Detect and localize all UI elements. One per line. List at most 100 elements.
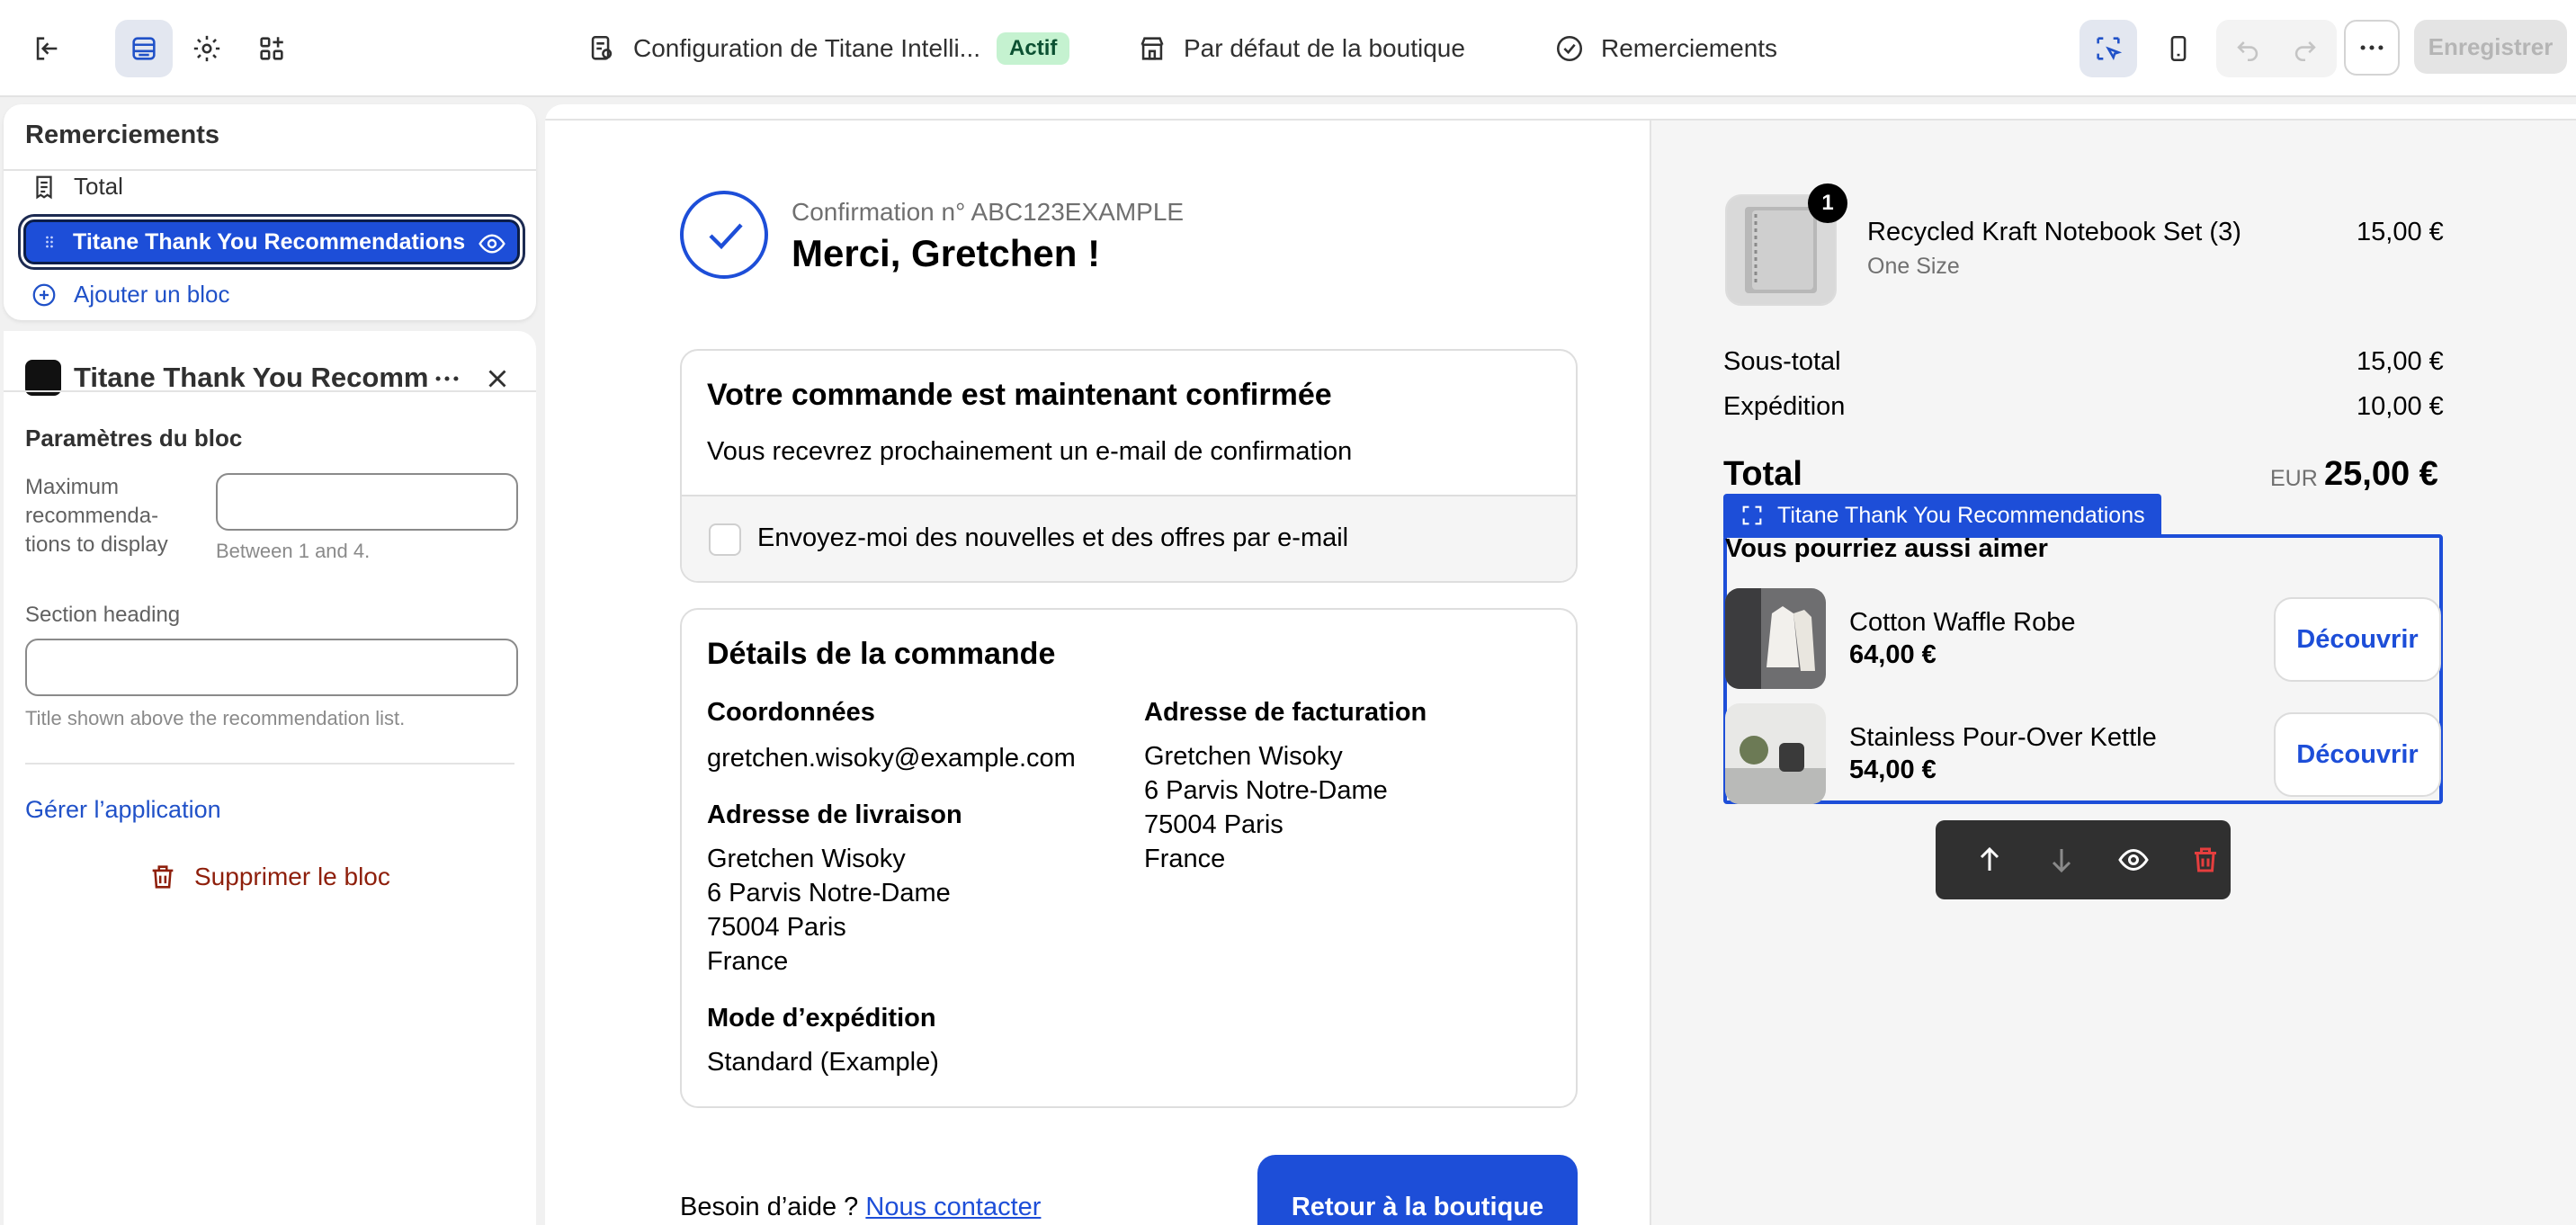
block-toolbar bbox=[1936, 820, 2231, 899]
close-icon[interactable] bbox=[482, 363, 513, 394]
add-block-button[interactable]: Ajouter un bloc bbox=[31, 281, 229, 308]
receipt-icon bbox=[36, 175, 52, 199]
product-name: Recycled Kraft Notebook Set (3) bbox=[1867, 218, 2241, 246]
more-icon[interactable] bbox=[2344, 20, 2400, 76]
section-title: Paramètres du bloc bbox=[25, 425, 243, 452]
redo-icon[interactable] bbox=[2290, 33, 2321, 64]
subtotal-label: Sous-total bbox=[1723, 347, 1841, 376]
gear-icon[interactable] bbox=[178, 20, 236, 77]
reco-product-price: 64,00 € bbox=[1849, 640, 1936, 669]
confirmation-check-icon bbox=[680, 191, 768, 279]
exit-icon[interactable] bbox=[18, 20, 76, 77]
help-text: Besoin d’aide ? Nous contacter bbox=[680, 1193, 1042, 1221]
block-title: Titane Thank You Recomm bbox=[74, 362, 429, 393]
breadcrumb-app-label: Configuration de Titane Intelli... bbox=[633, 34, 981, 62]
shipping-address: Gretchen Wisoky 6 Parvis Notre-Dame 7500… bbox=[707, 845, 951, 976]
undo-redo-group bbox=[2216, 20, 2337, 77]
shipping-method-label: Mode d’expédition bbox=[707, 1004, 936, 1033]
shipping-method-value: Standard (Example) bbox=[707, 1048, 939, 1077]
product-image-kettle bbox=[1725, 703, 1826, 804]
order-confirmed-card: Votre commande est maintenant confirmée … bbox=[680, 349, 1578, 583]
trash-icon[interactable] bbox=[2189, 844, 2222, 876]
section-tree-panel: Remerciements Total Titane Thank You Rec… bbox=[4, 104, 536, 320]
drag-handle-icon[interactable] bbox=[40, 229, 58, 255]
breadcrumb-store[interactable]: Par défaut de la boutique bbox=[1137, 27, 1465, 70]
product-image-robe bbox=[1725, 588, 1826, 689]
reco-product-name: Cotton Waffle Robe bbox=[1849, 608, 2076, 637]
order-details-card: Détails de la commande Coordonnées gretc… bbox=[680, 608, 1578, 1108]
shipping-address-label: Adresse de livraison bbox=[707, 800, 962, 829]
order-details-title: Détails de la commande bbox=[707, 637, 1056, 671]
billing-address-label: Adresse de facturation bbox=[1144, 698, 1427, 727]
total-currency: EUR bbox=[2270, 466, 2318, 491]
newsletter-row[interactable]: Envoyez-moi des nouvelles et des offres … bbox=[682, 495, 1576, 581]
section-heading-input[interactable] bbox=[25, 639, 518, 696]
total-label: Total bbox=[1723, 455, 1802, 493]
reco-product-price: 54,00 € bbox=[1849, 756, 1936, 784]
reco-product-name: Stainless Pour-Over Kettle bbox=[1849, 723, 2157, 752]
divider bbox=[25, 763, 514, 765]
check-circle-icon bbox=[1556, 35, 1583, 62]
product-price: 15,00 € bbox=[2357, 218, 2444, 246]
shipping-label: Expédition bbox=[1723, 392, 1846, 421]
order-confirmed-text: Vous recevrez prochainement un e-mail de… bbox=[707, 437, 1353, 466]
top-bar: Configuration de Titane Intelli... Actif… bbox=[0, 0, 2576, 97]
breadcrumb-app[interactable]: Configuration de Titane Intelli... Actif bbox=[586, 27, 1070, 70]
recommendations-heading: Vous pourriez aussi aimer bbox=[1725, 534, 2048, 563]
total-value: 25,00 € bbox=[2324, 455, 2438, 493]
panel-title: Remerciements bbox=[25, 121, 219, 149]
sidebar-item-recommendations[interactable]: Titane Thank You Recommendations bbox=[23, 219, 520, 264]
manage-app-link[interactable]: Gérer l’application bbox=[25, 795, 221, 824]
delete-block-label: Supprimer le bloc bbox=[194, 863, 390, 890]
save-button[interactable]: Enregistrer bbox=[2414, 20, 2567, 74]
breadcrumb-store-label: Par défaut de la boutique bbox=[1184, 34, 1465, 62]
sections-icon[interactable] bbox=[115, 20, 173, 77]
apps-icon[interactable] bbox=[243, 20, 300, 77]
max-recommendations-help: Between 1 and 4. bbox=[216, 540, 371, 562]
checkout-preview: Confirmation n° ABC123EXAMPLE Merci, Gre… bbox=[545, 104, 2576, 1225]
add-block-label: Ajouter un bloc bbox=[74, 281, 230, 308]
breadcrumb-page-label: Remerciements bbox=[1601, 34, 1778, 62]
arrow-up-icon[interactable] bbox=[1973, 844, 2006, 876]
section-heading-label: Section heading bbox=[25, 603, 181, 627]
block-header: Titane Thank You Recomm bbox=[25, 345, 518, 410]
quantity-badge: 1 bbox=[1808, 183, 1847, 223]
confirmation-number: Confirmation n° ABC123EXAMPLE bbox=[792, 198, 1185, 226]
breadcrumb-page[interactable]: Remerciements bbox=[1554, 27, 1777, 70]
store-icon bbox=[1140, 37, 1164, 60]
discover-button[interactable]: Découvrir bbox=[2274, 597, 2441, 682]
delete-block-button[interactable]: Supprimer le bloc bbox=[148, 862, 390, 892]
sidebar-item-total[interactable]: Total bbox=[31, 173, 123, 201]
mobile-icon[interactable] bbox=[2150, 20, 2207, 77]
newsletter-label: Envoyez-moi des nouvelles et des offres … bbox=[757, 523, 1349, 552]
more-icon[interactable] bbox=[432, 363, 462, 394]
arrow-down-icon[interactable] bbox=[2045, 844, 2078, 876]
trash-icon bbox=[152, 865, 174, 889]
block-settings-panel: Titane Thank You Recomm Paramètres du bl… bbox=[4, 331, 536, 1225]
section-heading-help: Title shown above the recommendation lis… bbox=[25, 707, 406, 729]
status-badge: Actif bbox=[997, 32, 1070, 65]
eye-icon[interactable] bbox=[478, 229, 506, 258]
sidebar-item-label: Total bbox=[74, 173, 123, 200]
undo-icon[interactable] bbox=[2232, 33, 2263, 64]
newsletter-checkbox[interactable] bbox=[709, 523, 741, 556]
divider bbox=[4, 169, 536, 171]
contact-label: Coordonnées bbox=[707, 698, 875, 727]
max-recommendations-label: Maximum recommenda- tions to display bbox=[25, 475, 168, 557]
plus-circle-icon bbox=[32, 283, 56, 306]
discover-button[interactable]: Découvrir bbox=[2274, 712, 2441, 797]
block-selection-tag[interactable]: Titane Thank You Recommendations bbox=[1723, 494, 2161, 537]
subtotal-value: 15,00 € bbox=[2357, 347, 2444, 376]
contact-email: gretchen.wisoky@example.com bbox=[707, 744, 1076, 773]
eye-icon[interactable] bbox=[2117, 844, 2150, 876]
max-recommendations-input[interactable] bbox=[216, 473, 518, 531]
order-confirmed-title: Votre commande est maintenant confirmée bbox=[707, 378, 1332, 412]
divider bbox=[4, 390, 536, 392]
contact-link[interactable]: Nous contacter bbox=[865, 1193, 1041, 1221]
thank-you-heading: Merci, Gretchen ! bbox=[792, 232, 1101, 274]
inspector-icon[interactable] bbox=[2080, 20, 2137, 77]
return-to-store-button[interactable]: Retour à la boutique bbox=[1257, 1155, 1578, 1225]
billing-address: Gretchen Wisoky 6 Parvis Notre-Dame 7500… bbox=[1144, 742, 1388, 873]
shipping-value: 10,00 € bbox=[2357, 392, 2444, 421]
selection-frame-icon bbox=[1742, 505, 1762, 525]
